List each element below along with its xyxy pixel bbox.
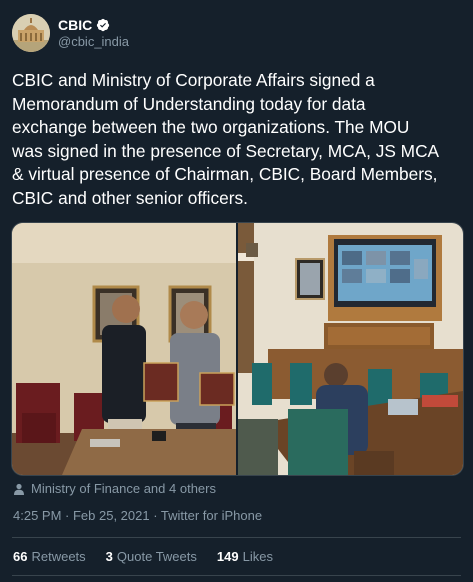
quote-tweets-count: 3 (105, 549, 113, 564)
likes-label: Likes (242, 549, 273, 564)
quote-tweets-label: Quote Tweets (116, 549, 197, 564)
quote-tweets-stat[interactable]: 3 Quote Tweets (106, 549, 197, 564)
signing-photo[interactable] (12, 223, 236, 475)
video-conference-photo-image (238, 223, 463, 475)
tweet-timestamp[interactable]: 4:25 PM · Feb 25, 2021 · Twitter for iPh… (13, 508, 262, 523)
tagged-people[interactable]: Ministry of Finance and 4 others (13, 481, 216, 496)
account-name[interactable]: CBIC (58, 17, 92, 33)
tagged-people-label[interactable]: Ministry of Finance and 4 others (31, 481, 216, 496)
tweet-stats: 66 Retweets 3 Quote Tweets 149 Likes (13, 549, 273, 564)
account-handle[interactable]: @cbic_india (58, 34, 129, 49)
avatar[interactable] (12, 14, 50, 52)
verified-badge-icon (97, 18, 110, 32)
tweet: CBIC @cbic_india CBIC and Ministry of Co… (0, 0, 473, 582)
retweets-label: Retweets (31, 549, 86, 564)
divider (12, 537, 461, 538)
person-icon (14, 483, 24, 495)
video-conference-photo[interactable] (238, 223, 463, 475)
likes-count: 149 (216, 549, 239, 564)
avatar-building-image (12, 14, 50, 52)
retweets-stat[interactable]: 66 Retweets (13, 549, 86, 564)
signing-photo-image (12, 223, 236, 475)
tweet-text: CBIC and Ministry of Corporate Affairs s… (12, 70, 440, 208)
account-name-row[interactable]: CBIC (58, 17, 110, 33)
retweets-count: 66 (13, 549, 28, 564)
likes-stat[interactable]: 149 Likes (217, 549, 273, 564)
tweet-media[interactable] (11, 222, 464, 476)
divider (12, 575, 461, 576)
